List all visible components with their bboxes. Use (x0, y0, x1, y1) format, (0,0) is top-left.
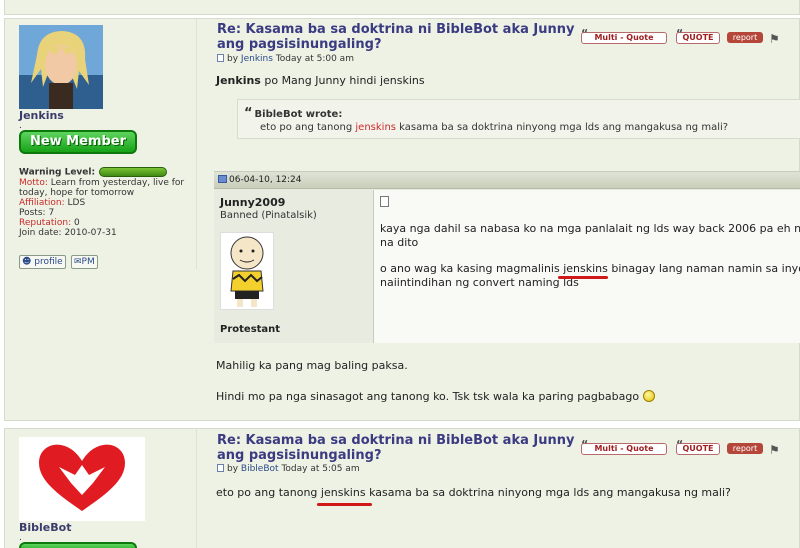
join-date-label: Join date: (19, 227, 62, 238)
affiliation-label: Affiliation: (19, 197, 65, 208)
user-title: . (19, 533, 22, 543)
rank-badge: New Member (19, 130, 137, 154)
post-body: Jenkins po Mang Junny hindi jenskins (216, 74, 425, 87)
warning-level-label: Warning Level: (19, 167, 96, 178)
post-icon (217, 464, 224, 472)
author-link[interactable]: BibleBot (241, 464, 279, 474)
pm-button[interactable]: ✉PM (71, 255, 98, 269)
reputation-value: 0 (74, 217, 80, 228)
post-title: Re: Kasama ba sa doktrina ni BibleBot ak… (217, 22, 575, 52)
warn-user-icon[interactable]: ⚑ (769, 32, 780, 46)
quote-mark-icon: “ (244, 106, 253, 121)
embedded-screenshot: 06-04-10, 12:24 Junny2009 Banned (Pinata… (214, 171, 800, 343)
previous-post-strip (0, 0, 800, 18)
avatar[interactable] (19, 25, 103, 109)
post: BibleBot . Re: Kasama ba sa doktrina ni … (4, 428, 800, 548)
rank-badge (19, 542, 137, 548)
post-time: Today at 5:00 am (275, 54, 354, 64)
red-underline-annotation (317, 503, 372, 506)
profile-button[interactable]: ☻ profile (19, 255, 66, 269)
red-underline-annotation (558, 276, 608, 279)
avatar[interactable] (19, 437, 145, 521)
multi-quote-button[interactable]: “Multi - Quote (581, 27, 667, 44)
post-actions: “Multi - Quote “QUOTE report ⚑ (579, 27, 799, 46)
embedded-line: na dito (380, 236, 419, 249)
username[interactable]: BibleBot (19, 521, 71, 534)
profile-icon: ☻ (22, 257, 32, 267)
quote-mark-icon: “ (676, 438, 684, 451)
posts-label: Posts: (19, 207, 46, 218)
post-title: Re: Kasama ba sa doktrina ni BibleBot ak… (217, 433, 575, 463)
embedded-username: Junny2009 (220, 196, 286, 209)
post-body: eto po ang tanong jenskins kasama ba sa … (216, 486, 731, 499)
pm-icon: ✉ (74, 257, 82, 267)
report-button[interactable]: report (727, 32, 763, 43)
user-panel: Jenkins . New Member Warning Level: Mott… (5, 19, 197, 269)
confused-smiley-icon (643, 390, 656, 402)
post-icon (217, 54, 224, 62)
user-panel: BibleBot . (5, 429, 197, 548)
reply-text: Mahilig ka pang mag baling paksa. (216, 359, 408, 372)
multi-quote-button[interactable]: “Multi - Quote (581, 438, 667, 455)
embedded-user-status: Banned (Pinatalsik) (220, 210, 317, 221)
quote-mark-icon: “ (581, 438, 589, 451)
post: Jenkins . New Member Warning Level: Mott… (4, 18, 800, 421)
warning-level-bar (99, 167, 168, 177)
post-time: Today at 5:05 am (281, 464, 360, 474)
affiliation-value: LDS (67, 197, 86, 208)
quote-text: eto po ang tanong jenskins kasama ba sa … (260, 122, 729, 133)
embedded-line: naiintindihan ng convert naming lds (380, 276, 579, 289)
quote-button[interactable]: “QUOTE (676, 27, 720, 44)
embedded-line: kaya nga dahil sa nabasa ko na mga panla… (380, 222, 800, 235)
quote-mark-icon: “ (581, 27, 589, 40)
posts-value: 7 (48, 207, 55, 218)
user-title: . (19, 121, 22, 131)
post-icon (218, 175, 227, 183)
reply-text: Hindi mo pa nga sinasagot ang tanong ko.… (216, 390, 656, 403)
warn-user-icon[interactable]: ⚑ (769, 443, 780, 457)
post-actions: “Multi - Quote “QUOTE report ⚑ (579, 438, 799, 457)
post-byline: by Jenkins Today at 5:00 am (217, 54, 354, 64)
reputation-label: Reputation: (19, 217, 72, 228)
author-link[interactable]: Jenkins (241, 54, 273, 64)
quote-mark-icon: “ (676, 27, 684, 40)
user-info: Warning Level: Motto: Learn from yesterd… (19, 167, 197, 238)
document-icon (380, 196, 389, 207)
embedded-user-panel: Junny2009 Banned (Pinatalsik) Protestant (214, 190, 374, 343)
embedded-line: o ano wag ka kasing magmalinis jenskins … (380, 262, 800, 275)
quote-header: “BibleBot wrote: (244, 106, 343, 121)
embedded-religion: Protestant (220, 324, 281, 335)
embedded-post-header: 06-04-10, 12:24 (214, 172, 800, 189)
motto-label: Motto: (19, 177, 48, 188)
embedded-post-body: kaya nga dahil sa nabasa ko na mga panla… (374, 190, 800, 343)
post-byline: by BibleBot Today at 5:05 am (217, 464, 360, 474)
username[interactable]: Jenkins (19, 109, 64, 122)
quote-button[interactable]: “QUOTE (676, 438, 720, 455)
join-date-value: 2010-07-31 (64, 227, 117, 238)
charlie-brown-avatar (220, 232, 274, 310)
report-button[interactable]: report (727, 443, 763, 454)
quote-block: “BibleBot wrote: eto po ang tanong jensk… (237, 99, 800, 139)
